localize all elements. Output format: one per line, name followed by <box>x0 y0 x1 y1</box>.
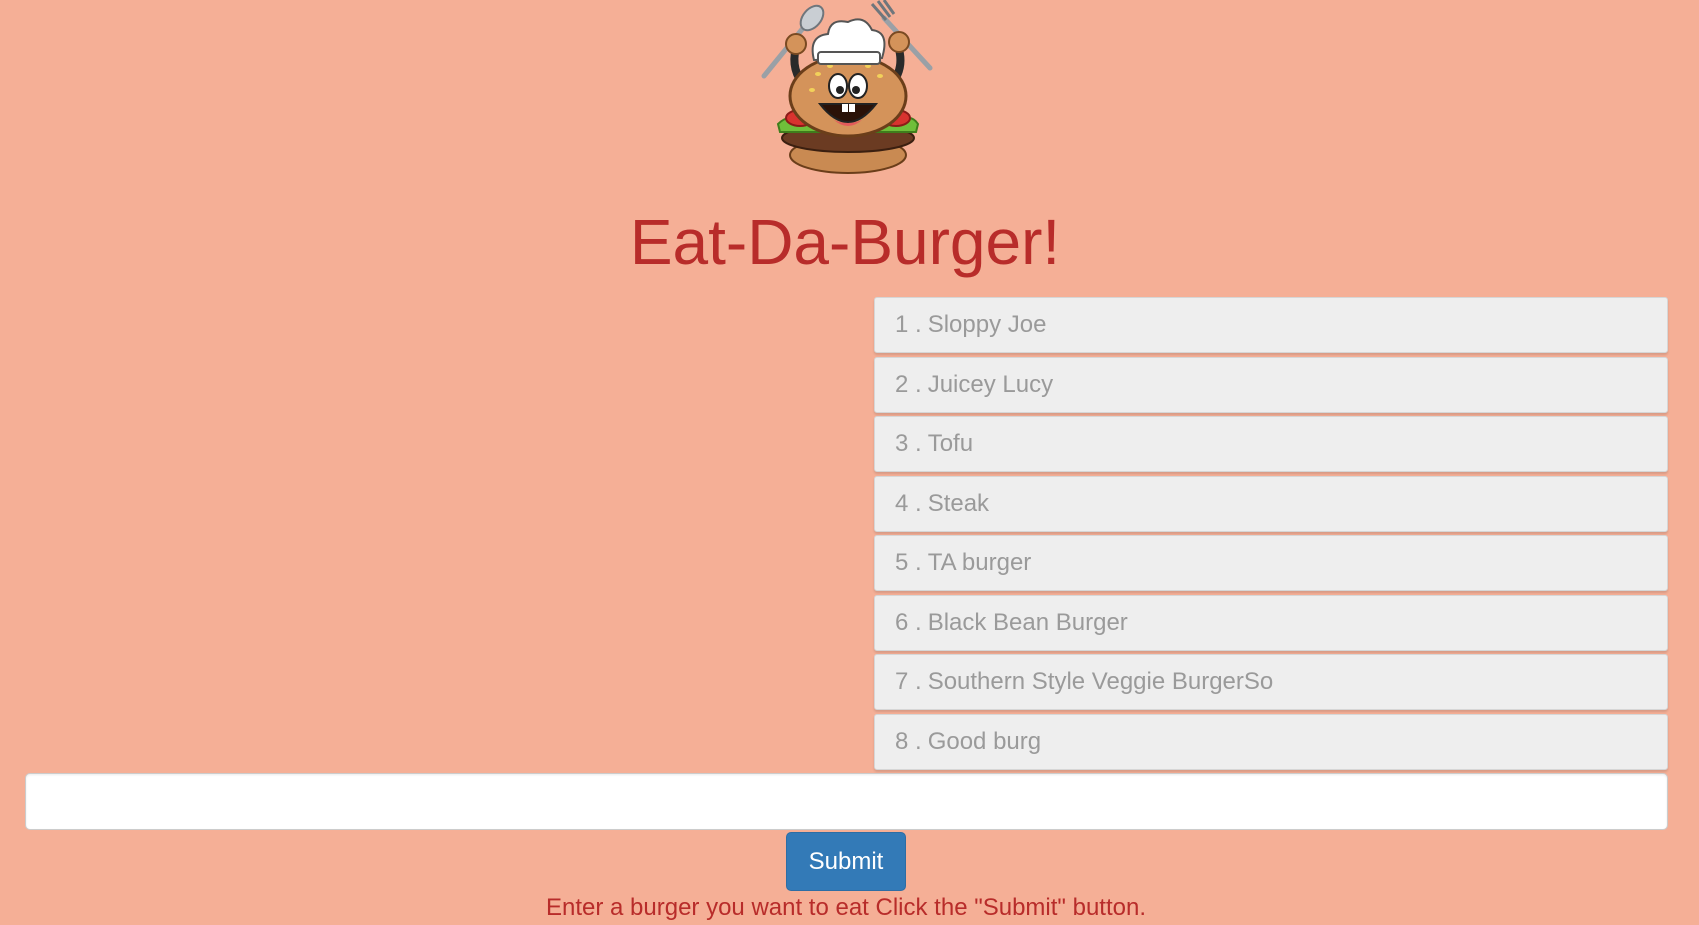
burger-list: 1 . Sloppy Joe 2 . Juicey Lucy 3 . Tofu … <box>874 297 1668 773</box>
burger-list-item[interactable]: 6 . Black Bean Burger <box>874 594 1668 651</box>
burger-name: Black Bean Burger <box>927 608 1128 636</box>
burger-name: Tofu <box>927 430 974 457</box>
burger-number: 2 . <box>895 370 922 398</box>
submit-button[interactable]: Submit <box>786 832 906 891</box>
burger-name: Sloppy Joe <box>927 311 1047 338</box>
burger-list-item[interactable]: 8 . Good burg <box>874 713 1668 770</box>
burger-name: TA burger <box>927 549 1032 576</box>
burger-number: 3 . <box>895 430 922 457</box>
burger-list-item[interactable]: 4 . Steak <box>874 475 1668 532</box>
burger-chef-logo <box>761 0 933 174</box>
instructions-text: Enter a burger you want to eat Click the… <box>545 894 1147 921</box>
burger-list-item[interactable]: 3 . Tofu <box>874 416 1668 472</box>
burger-list-item[interactable]: 5 . TA burger <box>874 535 1668 591</box>
burger-list-item[interactable]: 2 . Juicey Lucy <box>874 356 1668 413</box>
burger-number: 8 . <box>895 727 922 755</box>
burger-number: 1 . <box>895 311 922 338</box>
burger-name: Juicey Lucy <box>927 370 1054 398</box>
burger-number: 6 . <box>895 608 922 636</box>
burger-name: Good burg <box>927 727 1042 755</box>
page-title: Eat-Da-Burger! <box>629 206 1061 278</box>
burger-number: 5 . <box>895 549 922 576</box>
burger-list-item[interactable]: 1 . Sloppy Joe <box>874 297 1668 353</box>
burger-list-item[interactable]: 7 . Southern Style Veggie BurgerSo <box>874 654 1668 710</box>
page: Eat-Da-Burger! 1 . Sloppy Joe 2 . Juicey… <box>0 0 1699 925</box>
burger-number: 7 . <box>895 668 922 695</box>
burger-number: 4 . <box>895 489 922 517</box>
burger-name: Southern Style Veggie BurgerSo <box>927 668 1274 695</box>
burger-name-input[interactable] <box>25 773 1668 830</box>
burger-name: Steak <box>927 489 990 517</box>
